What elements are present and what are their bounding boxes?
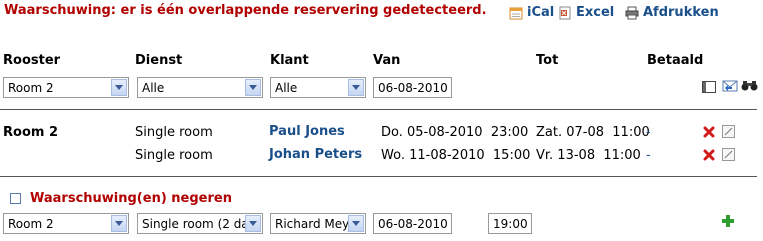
header-klant: Klant bbox=[270, 53, 309, 68]
ical-label: iCal bbox=[527, 5, 555, 20]
new-time-input[interactable]: 19:00 bbox=[488, 213, 532, 234]
chevron-down-icon bbox=[348, 215, 364, 232]
chevron-down-icon bbox=[245, 215, 261, 232]
chevron-down-icon bbox=[245, 79, 261, 96]
delete-icon[interactable] bbox=[703, 126, 715, 138]
header-dienst: Dienst bbox=[135, 53, 183, 68]
view-toggle-icon[interactable] bbox=[702, 81, 716, 93]
new-rooster-select[interactable]: Room 2 bbox=[3, 213, 129, 234]
new-klant-select[interactable]: Richard Mey bbox=[270, 213, 366, 234]
binoculars-icon[interactable] bbox=[741, 80, 758, 92]
van-date-input[interactable]: 06-08-2010 bbox=[373, 77, 452, 98]
row2-tot: Vr. 13-08 11:00 bbox=[536, 148, 641, 163]
ignore-warnings-label[interactable]: Waarschuwing(en) negeren bbox=[30, 191, 232, 206]
rooster-filter-select[interactable]: Room 2 bbox=[3, 77, 129, 98]
print-label: Afdrukken bbox=[643, 5, 719, 20]
divider bbox=[0, 176, 757, 177]
chevron-down-icon bbox=[111, 79, 127, 96]
add-icon[interactable] bbox=[721, 214, 735, 228]
row1-van: Do. 05-08-2010 23:00 bbox=[381, 125, 529, 140]
dienst-filter-value: Alle bbox=[142, 80, 165, 95]
new-van-date-input[interactable]: 06-08-2010 bbox=[373, 213, 452, 234]
chevron-down-icon bbox=[348, 79, 364, 96]
header-tot: Tot bbox=[536, 53, 559, 68]
row2-dienst: Single room bbox=[135, 148, 213, 163]
klant-filter-select[interactable]: Alle bbox=[270, 77, 366, 98]
overlap-warning: Waarschuwing: er is één overlappende res… bbox=[4, 3, 487, 18]
new-dienst-select[interactable]: Single room (2 da bbox=[137, 213, 263, 234]
calendar-icon bbox=[509, 7, 523, 19]
row1-betaald: - bbox=[646, 125, 651, 140]
divider bbox=[0, 109, 757, 110]
header-van: Van bbox=[373, 53, 401, 68]
klant-filter-value: Alle bbox=[275, 80, 298, 95]
new-klant-value: Richard Mey bbox=[275, 216, 348, 231]
new-rooster-value: Room 2 bbox=[8, 216, 54, 231]
printer-icon bbox=[625, 6, 639, 19]
rooster-filter-value: Room 2 bbox=[8, 80, 54, 95]
header-betaald: Betaald bbox=[647, 53, 704, 68]
reservation-room: Room 2 bbox=[3, 125, 58, 140]
excel-icon bbox=[559, 6, 571, 19]
new-dienst-value: Single room (2 da bbox=[142, 216, 245, 231]
ignore-warnings-checkbox[interactable] bbox=[10, 193, 21, 204]
edit-icon[interactable] bbox=[722, 125, 735, 138]
row2-klant-link[interactable]: Johan Peters bbox=[269, 147, 362, 162]
excel-label: Excel bbox=[576, 5, 615, 20]
header-rooster: Rooster bbox=[3, 53, 61, 68]
ical-link[interactable]: iCal bbox=[509, 5, 554, 20]
dienst-filter-select[interactable]: Alle bbox=[137, 77, 263, 98]
row1-tot: Zat. 07-08 11:00 bbox=[536, 125, 650, 140]
edit-icon[interactable] bbox=[722, 148, 735, 161]
row1-klant-link[interactable]: Paul Jones bbox=[269, 124, 345, 139]
excel-link[interactable]: Excel bbox=[558, 5, 614, 20]
delete-icon[interactable] bbox=[703, 149, 715, 161]
email-icon[interactable] bbox=[722, 79, 738, 93]
row2-betaald: - bbox=[646, 148, 651, 163]
row2-van: Wo. 11-08-2010 15:00 bbox=[381, 148, 531, 163]
chevron-down-icon bbox=[111, 215, 127, 232]
row1-dienst: Single room bbox=[135, 125, 213, 140]
print-link[interactable]: Afdrukken bbox=[625, 5, 719, 20]
